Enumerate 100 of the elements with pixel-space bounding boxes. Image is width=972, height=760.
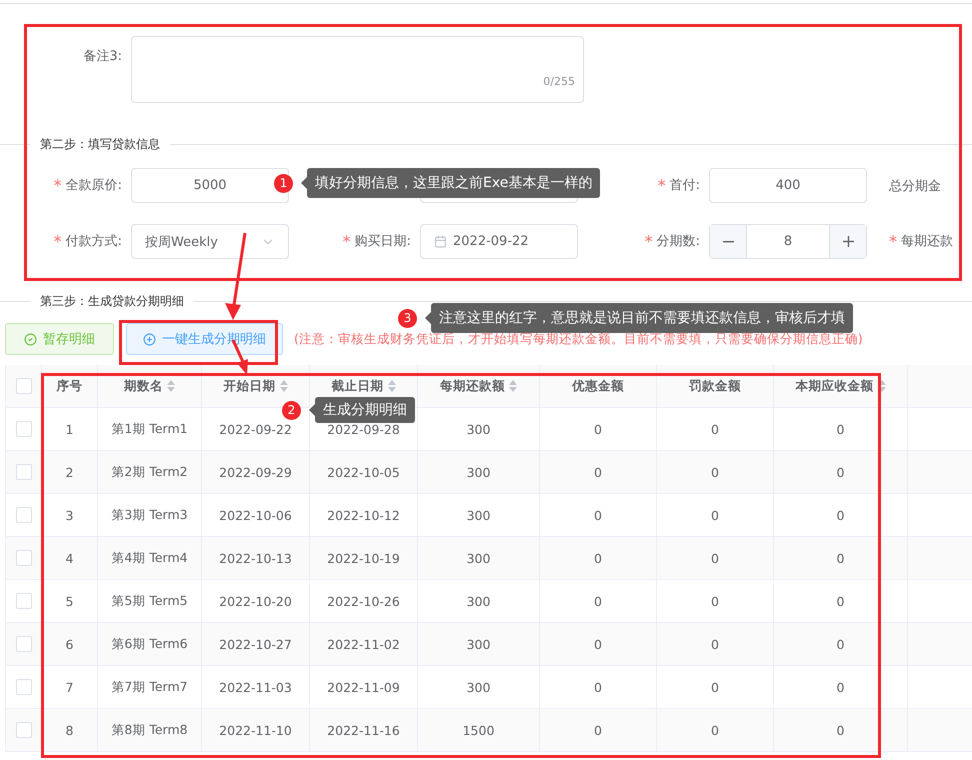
required-mark: * [658,176,666,195]
row-checkbox[interactable] [16,507,32,523]
sort-icon[interactable] [280,380,288,392]
table-cell: 2022-11-03 [219,680,292,694]
table-cell: 2022-10-06 [219,508,292,522]
table-cell: 0 [836,722,844,738]
column-header: 期数名 [124,378,163,394]
table-cell: 第8期 Term8 [111,722,188,738]
table-cell: 6 [66,636,74,652]
table-cell: 第7期 Term7 [111,678,188,696]
table-cell: 2 [66,464,74,480]
minus-icon [722,240,734,242]
field-label: 每期还款 [901,233,953,251]
column-header: 截止日期 [332,378,384,394]
row-checkbox[interactable] [16,636,32,652]
row-checkbox[interactable] [16,593,32,609]
table-cell: 0 [836,594,844,608]
column-header: 序号 [56,378,82,394]
field-label: 全款原价: [66,177,122,195]
sort-icon[interactable] [509,380,517,392]
row-checkbox[interactable] [16,421,32,437]
table-cell: 0 [836,422,844,436]
table-cell: 0 [594,508,602,522]
table-cell: 2022-09-29 [219,464,292,480]
table-cell: 0 [594,464,602,480]
row-checkbox[interactable] [16,550,32,566]
table-cell: 5 [66,594,74,608]
table-cell: 2022-11-16 [327,722,400,738]
annotation-tooltip: 填好分期信息，这里跟之前Exe基本是一样的 [307,168,600,198]
date-field[interactable]: 2022-09-22 [420,224,578,259]
field-label: 分期数: [656,233,700,251]
table-cell: 0 [836,636,844,652]
table-cell: 0 [594,722,602,738]
annotation-tooltip: 注意这里的红字，意思就是说目前不需要填还款信息，审核后才填 [431,303,853,333]
table-cell: 第1期 Term1 [111,420,188,438]
table-cell: 1 [66,422,74,436]
table-cell: 300 [466,636,490,652]
table-cell: 0 [711,550,719,566]
section-title: 第三步：生成贷款分期明细 [39,293,185,310]
table-cell: 0 [836,508,844,522]
table-cell: 8 [66,722,74,738]
table-cell: 0 [711,594,719,608]
table-cell: 2022-10-27 [219,636,292,652]
row-checkbox[interactable] [16,464,32,480]
field-label: 备注3: [83,48,122,66]
column-header: 本期应收金额 [796,378,874,394]
table-cell: 0 [711,422,719,436]
field-label: 首付: [670,177,700,195]
select-all-checkbox[interactable] [16,378,32,394]
table-cell: 2022-10-13 [219,550,292,566]
table-cell: 2022-09-28 [327,422,400,436]
plus-circle-icon [143,332,156,346]
table-cell: 0 [836,550,844,566]
table-cell: 0 [836,680,844,694]
table-cell: 2022-10-26 [327,594,400,608]
table-cell: 300 [466,508,490,522]
table-cell: 2022-09-22 [219,422,292,436]
table-cell: 300 [466,680,490,694]
step-number-badge: 3 [398,308,417,328]
number-stepper[interactable]: 8 [709,224,867,259]
annotation-tooltip: 生成分期明细 [315,397,415,423]
required-mark: * [342,232,351,251]
calendar-icon [434,235,447,248]
required-mark: * [644,232,653,251]
table-cell: 300 [466,594,490,608]
table-cell: 第2期 Term2 [111,464,188,480]
table-cell: 2022-11-02 [327,636,400,652]
table-cell: 0 [711,464,719,480]
row-checkbox[interactable] [16,722,32,738]
table-cell: 第6期 Term6 [111,636,188,652]
decrement-button[interactable] [710,225,746,258]
table-cell: 0 [836,464,844,480]
table-cell: 2022-10-19 [327,550,400,566]
table-cell: 0 [711,722,719,738]
table-cell: 300 [466,422,490,436]
required-mark: * [889,232,897,251]
table-cell: 0 [594,550,602,566]
table-cell: 0 [711,680,719,694]
sort-icon[interactable] [388,380,396,392]
plus-icon [842,236,854,247]
required-mark: * [54,232,62,251]
field-label: 购买日期: [354,233,411,251]
row-checkbox[interactable] [16,679,32,695]
section-title: 第二步：填写贷款信息 [39,136,161,153]
column-header: 每期还款额 [440,378,505,394]
step-number-badge: 1 [274,174,293,192]
table-cell: 第4期 Term4 [111,550,188,566]
warning-note: (注意：审核生成财务凭证后，才开始填写每期还款金额。目前不需要填，只需要确保分期信息正确) [294,330,863,348]
input-field[interactable]: 400 [709,168,867,203]
check-circle-icon [24,332,37,346]
column-header: 罚款金额 [689,378,741,394]
table-cell: 0 [711,636,719,652]
increment-button[interactable] [830,225,866,258]
field-label: 付款方式: [66,233,122,251]
select-field[interactable]: 按周Weekly [131,224,289,259]
table-cell: 2022-10-05 [327,464,400,480]
table-cell: 7 [66,680,74,694]
sort-icon[interactable] [167,380,175,392]
remark-textarea[interactable]: 0/255 [131,36,584,103]
field-label: 总分期金 [889,178,941,194]
